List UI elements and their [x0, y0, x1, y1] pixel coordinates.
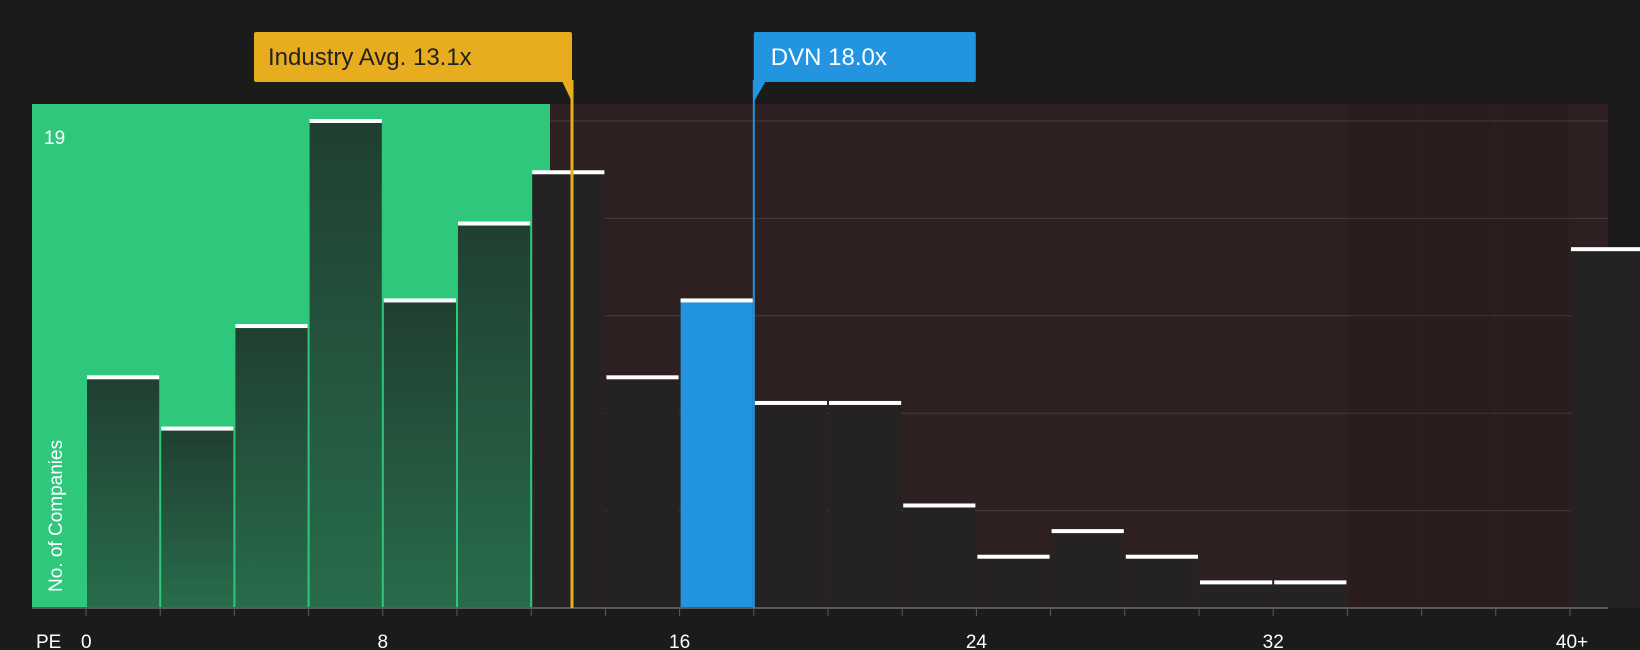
histogram-bar — [606, 377, 679, 608]
histogram-bar — [161, 428, 234, 608]
x-tick-label: 8 — [378, 632, 389, 650]
bar-cap — [1200, 580, 1273, 585]
company-pe-label: DVN 18.0x — [771, 44, 887, 71]
histogram-bar — [1051, 531, 1124, 608]
pe-distribution-chart: 0 8 16 24 32 40+ 19 No. of Companies PE Indus… — [32, 32, 1640, 650]
bar-cap — [1125, 554, 1198, 559]
empty-bin — [1348, 104, 1421, 608]
bar-cap — [309, 119, 382, 123]
industry-average-label: Industry Avg. 13.1x — [268, 44, 472, 71]
y-axis-label: No. of Companies — [46, 440, 67, 592]
histogram-bar — [680, 300, 753, 608]
bar-cap — [235, 324, 308, 329]
x-tick-label: 24 — [966, 632, 988, 650]
histogram-bar — [383, 300, 456, 608]
x-tick-label: 0 — [81, 632, 92, 650]
y-axis-max-label: 19 — [44, 128, 65, 149]
bar-cap — [1571, 247, 1640, 252]
x-tick-label: 16 — [669, 632, 690, 650]
histogram-bar — [903, 505, 976, 608]
bar-cap — [680, 298, 753, 303]
bar-cap — [1274, 580, 1347, 585]
bar-cap — [458, 221, 531, 226]
x-axis: 0 8 16 24 32 40+ — [32, 607, 1608, 650]
bar-cap — [606, 375, 679, 380]
bar-cap — [829, 400, 902, 405]
histogram-bar — [87, 377, 160, 608]
histogram-bar — [235, 326, 308, 608]
histogram-bar — [1200, 582, 1273, 608]
histogram-bar — [1571, 249, 1640, 608]
company-pe-pointer — [753, 81, 766, 102]
histogram-bar — [754, 402, 827, 608]
bar-cap — [1051, 529, 1124, 534]
bar-cap — [977, 554, 1050, 559]
histogram-bar — [458, 223, 531, 609]
histogram-bar — [532, 172, 605, 608]
bar-cap — [754, 400, 827, 405]
bar-cap — [903, 503, 976, 508]
x-tick-label: 32 — [1263, 632, 1284, 650]
histogram-bar — [829, 402, 902, 608]
histogram-bar — [1125, 556, 1198, 608]
empty-bin — [1496, 104, 1569, 608]
industry-average-pointer — [562, 81, 573, 102]
x-tick-label: 40+ — [1556, 632, 1588, 650]
callouts: Industry Avg. 13.1x DVN 18.0x — [254, 32, 976, 102]
bar-cap — [383, 298, 456, 303]
histogram-bar — [309, 121, 382, 608]
bar-cap — [532, 170, 605, 175]
bar-cap — [161, 426, 234, 431]
histogram-bar — [977, 556, 1050, 608]
histogram-bar — [1274, 582, 1347, 608]
bar-cap — [87, 375, 160, 380]
x-axis-label: PE — [36, 632, 61, 650]
empty-bin — [1422, 104, 1495, 608]
